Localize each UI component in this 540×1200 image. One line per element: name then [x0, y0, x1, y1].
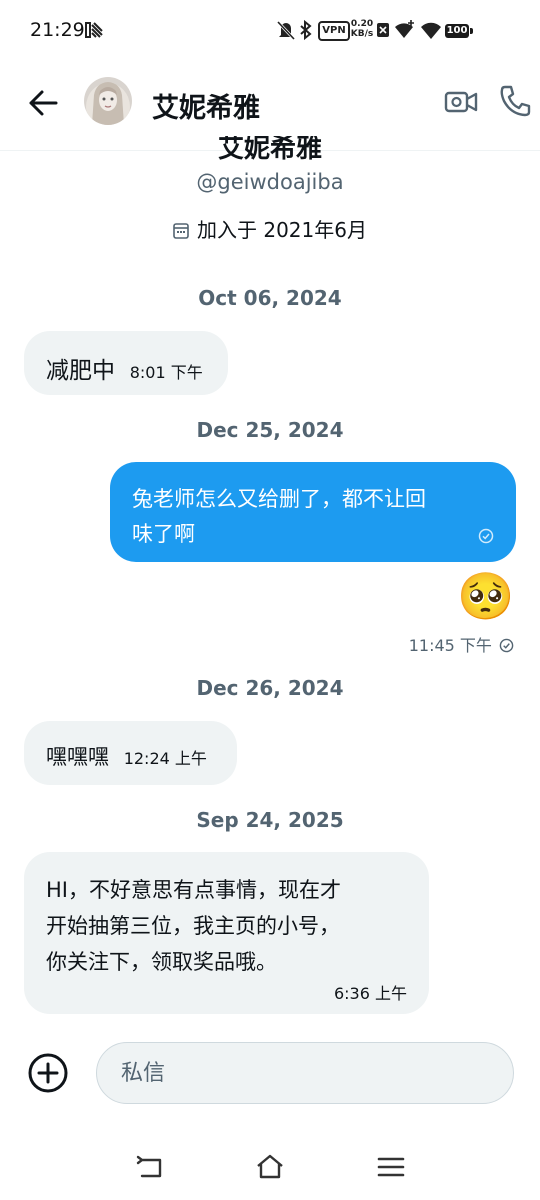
network-logo-icon	[85, 22, 103, 38]
avatar[interactable]	[84, 77, 132, 125]
joined-date: 加入于 2021年6月	[0, 214, 540, 243]
message-text: 味了啊	[132, 522, 195, 546]
conversation-title[interactable]: 艾妮希雅	[152, 86, 260, 125]
bluetooth-icon	[300, 19, 312, 41]
message-time: 12:24 上午	[123, 749, 207, 768]
net-speed: 0.20 KB/s	[350, 19, 374, 39]
message-text: 兔老师怎么又给删了，都不让回	[132, 487, 426, 511]
message-text: HI，不好意思有点事情，现在才	[46, 878, 341, 902]
message-time: 6:36 上午	[333, 984, 407, 1003]
video-call-icon[interactable]	[444, 88, 478, 116]
nav-home-icon[interactable]	[255, 1152, 285, 1182]
message-text: 开始抽第三位，我主页的小号，	[46, 914, 340, 938]
profile-handle: @geiwdoajiba	[196, 170, 344, 194]
wifi-plus-icon	[395, 20, 414, 38]
battery-icon: 100	[445, 24, 473, 38]
wifi-icon	[421, 22, 441, 39]
read-check-icon	[499, 638, 514, 653]
incoming-message[interactable]: 嘿嘿嘿 12:24 上午	[24, 721, 237, 785]
date-separator: Dec 26, 2024	[196, 676, 344, 700]
phone-call-icon[interactable]	[499, 84, 531, 118]
sent-check-icon	[478, 528, 494, 544]
sim-icon	[377, 23, 389, 37]
profile-name: 艾妮希雅	[217, 136, 322, 160]
message-time: 8:01 下午	[129, 363, 203, 382]
message-text: 你关注下，领取奖品哦。	[46, 950, 277, 974]
date-separator: Sep 24, 2025	[196, 808, 344, 832]
add-media-plus-icon[interactable]	[27, 1052, 69, 1094]
mute-bell-icon	[276, 20, 296, 41]
message-text: 嘿嘿嘿	[46, 745, 109, 769]
date-separator: Oct 06, 2024	[198, 286, 342, 310]
calendar-icon	[173, 223, 189, 239]
date-separator: Dec 25, 2024	[196, 418, 344, 442]
back-arrow-icon[interactable]	[28, 88, 58, 118]
emoji-message[interactable]: 🥺	[456, 568, 516, 624]
status-time: 21:29	[30, 19, 85, 41]
message-text: 减肥中	[46, 358, 115, 384]
status-bar: 21:29 VPN 0.20 KB/s 100	[0, 0, 540, 60]
nav-back-icon[interactable]	[136, 1152, 166, 1182]
nav-menu-icon[interactable]	[376, 1152, 406, 1182]
incoming-message[interactable]: HI，不好意思有点事情，现在才 开始抽第三位，我主页的小号， 你关注下，领取奖品…	[24, 852, 429, 1014]
incoming-message[interactable]: 减肥中 8:01 下午	[24, 331, 228, 395]
outgoing-message[interactable]: 兔老师怎么又给删了，都不让回 味了啊	[110, 462, 516, 562]
message-time: 11:45 下午	[409, 632, 514, 656]
message-input[interactable]	[96, 1042, 514, 1104]
vpn-badge: VPN	[318, 21, 350, 41]
